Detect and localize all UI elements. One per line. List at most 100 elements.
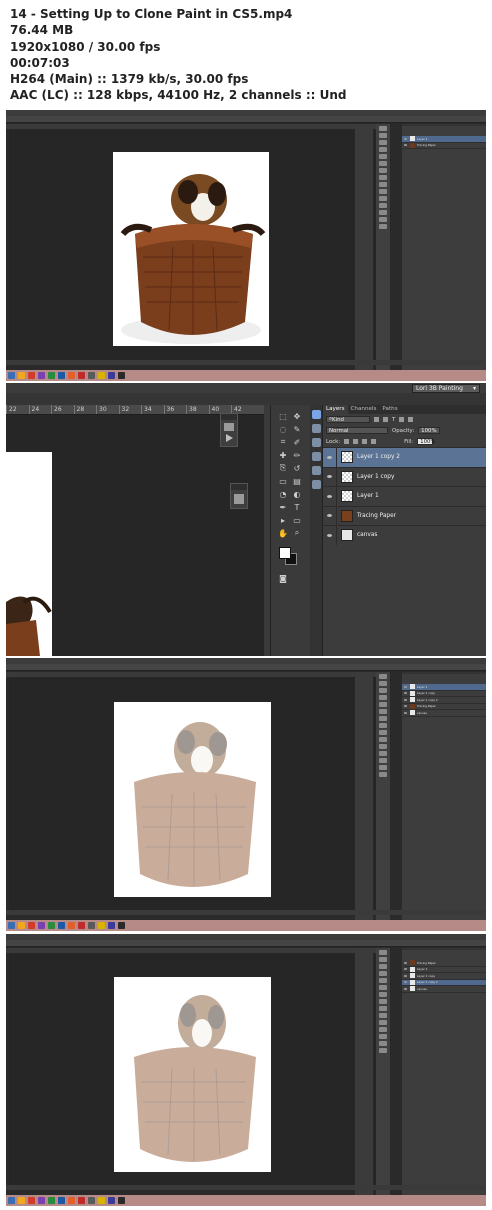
marquee-tool-icon[interactable]: ⬚ <box>277 411 289 421</box>
canvas-area <box>9 129 376 362</box>
visibility-eye-icon[interactable] <box>404 692 407 695</box>
layers-list: Layer 1 copy 2 Layer 1 copy Layer 1 Tracing… <box>323 447 486 545</box>
play-icon[interactable] <box>225 434 233 442</box>
filter-kind-select[interactable]: ⌕ Kind <box>326 416 370 423</box>
visibility-eye-icon[interactable] <box>404 698 407 701</box>
layer-name: Tracing Paper <box>417 704 436 709</box>
quick-mask-icon[interactable]: ◙ <box>277 573 289 583</box>
brush-tool-icon[interactable]: ✏ <box>291 450 303 460</box>
mini-layer-row[interactable]: Tracing Paper <box>402 142 486 149</box>
layer-thumbnail <box>410 690 415 696</box>
layer-thumbnail <box>341 470 353 483</box>
collapsed-panel-icons <box>355 948 373 1195</box>
layer-thumbnail <box>410 960 415 966</box>
blend-mode-select[interactable]: Normal <box>326 427 388 434</box>
layer-name: Layer 1 copy <box>417 691 436 696</box>
healing-tool-icon[interactable]: ✚ <box>277 450 289 460</box>
visibility-eye-icon[interactable] <box>404 981 407 984</box>
lock-all-icon[interactable] <box>371 439 377 444</box>
history-brush-tool-icon[interactable]: ↺ <box>291 463 303 473</box>
filter-pixel-icon[interactable] <box>374 417 379 422</box>
status-bar <box>6 1185 486 1190</box>
photoshop-frame-2-zoomed: Lori 3B Painting ▾ 22 24 26 28 30 32 34 36 38 40 4… <box>6 383 486 656</box>
clone-stamp-tool-icon[interactable]: ⎘ <box>277 463 289 473</box>
dodge-tool-icon[interactable]: ◐ <box>291 489 303 499</box>
visibility-eye-icon[interactable] <box>323 448 337 467</box>
visibility-eye-icon[interactable] <box>323 506 337 525</box>
layer-thumbnail <box>410 966 415 972</box>
opacity-field[interactable]: 100% <box>418 427 441 434</box>
visibility-eye-icon[interactable] <box>404 711 407 714</box>
visibility-eye-icon[interactable] <box>404 987 407 990</box>
layer-name: Tracing Paper <box>417 960 436 965</box>
foreground-color-swatch[interactable] <box>279 547 291 559</box>
layer-thumbnail <box>410 979 415 985</box>
hand-tool-icon[interactable]: ✋ <box>277 528 289 538</box>
collapsed-panel-icons <box>355 672 373 920</box>
lock-position-icon[interactable] <box>362 439 368 444</box>
filter-smart-icon[interactable] <box>408 417 414 422</box>
workspace-switcher[interactable]: Lori 3B Painting ▾ <box>412 384 480 393</box>
ruler-tick: 30 <box>96 405 119 414</box>
tab-channels[interactable]: Channels <box>348 405 380 414</box>
mini-layer-row[interactable]: canvas <box>402 710 486 717</box>
lock-transparent-icon[interactable] <box>344 439 350 444</box>
gradient-tool-icon[interactable]: ▤ <box>291 476 303 486</box>
path-select-tool-icon[interactable]: ▸ <box>277 515 289 525</box>
options-bar <box>6 116 486 123</box>
move-tool-icon[interactable]: ✥ <box>291 411 303 421</box>
ruler-tick: 26 <box>51 405 74 414</box>
mini-layer-row[interactable]: canvas <box>402 986 486 993</box>
tab-paths[interactable]: Paths <box>379 405 400 414</box>
visibility-eye-icon[interactable] <box>404 974 407 977</box>
eyedropper-tool-icon[interactable]: ✐ <box>291 437 303 447</box>
quick-select-tool-icon[interactable]: ✎ <box>291 424 303 434</box>
photoshop-frame-4: Tracing Paper Layer 1 Layer 1 copy Layer 1 … <box>6 934 486 1206</box>
filter-shape-icon[interactable] <box>399 417 405 422</box>
visibility-eye-icon[interactable] <box>404 137 407 140</box>
layer-thumbnail <box>410 986 415 992</box>
type-tool-icon[interactable]: T <box>291 502 303 512</box>
layer-thumbnail <box>341 451 353 464</box>
layer-row[interactable]: Layer 1 copy <box>323 466 486 486</box>
eraser-tool-icon[interactable]: ▭ <box>277 476 289 486</box>
visibility-eye-icon[interactable] <box>323 467 337 486</box>
blur-tool-icon[interactable]: ◔ <box>277 489 289 499</box>
filter-type-icon[interactable]: T <box>392 417 395 423</box>
canvas-area <box>9 953 376 1188</box>
ruler-tick: 28 <box>73 405 97 414</box>
puppy-basket-photo <box>113 152 269 346</box>
tab-layers[interactable]: Layers <box>323 405 348 414</box>
visibility-eye-icon[interactable] <box>404 685 407 688</box>
filter-adjust-icon[interactable] <box>383 417 388 422</box>
tools-panel <box>376 124 390 370</box>
visibility-eye-icon[interactable] <box>404 961 407 964</box>
layer-row[interactable]: Layer 1 copy 2 <box>323 447 486 467</box>
layer-row[interactable]: canvas <box>323 525 486 545</box>
layer-thumbnail <box>341 490 353 503</box>
layer-name: Layer 1 copy 2 <box>417 697 438 702</box>
shape-tool-icon[interactable]: ▭ <box>291 515 303 525</box>
video-title: 14 - Setting Up to Clone Paint in CS5.mp… <box>10 7 293 21</box>
options-bar <box>6 664 486 671</box>
crop-tool-icon[interactable]: ⌗ <box>277 437 289 447</box>
ruler-tick: 36 <box>163 405 187 414</box>
visibility-eye-icon[interactable] <box>323 526 337 545</box>
visibility-eye-icon[interactable] <box>404 144 407 147</box>
visibility-eye-icon[interactable] <box>323 487 337 506</box>
lock-image-icon[interactable] <box>353 439 359 444</box>
ruler-tick: 34 <box>141 405 164 414</box>
ruler-tick: 38 <box>186 405 209 414</box>
pen-tool-icon[interactable]: ✒ <box>277 502 289 512</box>
visibility-eye-icon[interactable] <box>404 968 407 971</box>
visibility-eye-icon[interactable] <box>404 705 407 708</box>
lasso-tool-icon[interactable]: ◌ <box>277 424 289 434</box>
layer-thumbnail <box>410 142 415 148</box>
fill-field[interactable]: 100% <box>417 438 436 445</box>
zoom-tool-icon[interactable]: ⌕ <box>291 528 303 538</box>
video-duration: 00:07:03 <box>10 55 70 70</box>
document-image <box>113 152 269 346</box>
layer-row[interactable]: Layer 1 <box>323 486 486 506</box>
layer-row[interactable]: Tracing Paper <box>323 505 486 525</box>
document-image <box>114 702 271 897</box>
